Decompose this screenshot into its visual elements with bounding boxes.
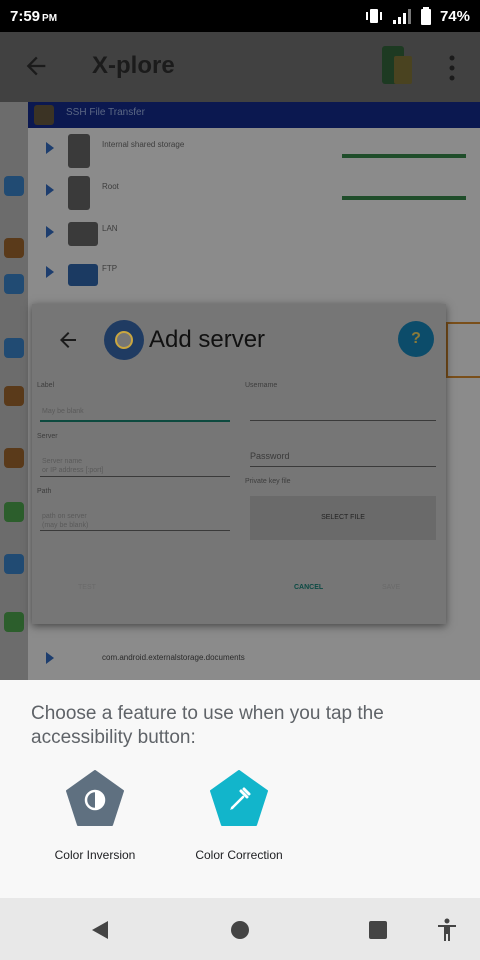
server-field-label: Server <box>37 433 58 440</box>
list-item-label: com.android.externalstorage.documents <box>102 653 245 662</box>
private-key-label: Private key file <box>245 478 291 485</box>
ssh-header-label: SSH File Transfer <box>66 107 145 118</box>
folder-icon[interactable] <box>4 448 24 468</box>
storage-bar <box>342 196 466 200</box>
back-arrow-icon[interactable] <box>56 328 80 352</box>
label-field-label: Label <box>37 382 55 389</box>
path-field-underline <box>40 530 230 531</box>
color-correction-option[interactable]: Color Correction <box>184 770 294 870</box>
status-time: 7:59 PM <box>10 8 57 25</box>
expand-icon[interactable] <box>46 266 54 278</box>
phone-icon <box>68 176 90 210</box>
tool-icon[interactable] <box>4 238 24 258</box>
list-item[interactable]: Internal shared storage <box>28 130 480 172</box>
server-field-underline <box>40 476 230 477</box>
cancel-button[interactable]: CANCEL <box>294 584 323 591</box>
password-field[interactable]: Password <box>250 452 290 461</box>
navigation-bar <box>0 898 480 960</box>
server-field[interactable]: Server name or IP address [:port] <box>42 457 103 475</box>
ftp-icon <box>68 264 98 286</box>
path-field-label: Path <box>37 488 52 495</box>
color-correction-label: Color Correction <box>195 848 283 862</box>
leaf-icon[interactable] <box>4 612 24 632</box>
home-icon[interactable] <box>230 920 250 940</box>
battery-icon <box>420 7 431 25</box>
ssh-header[interactable]: SSH File Transfer <box>28 102 480 128</box>
label-field-underline <box>40 420 230 422</box>
recents-icon[interactable] <box>368 920 388 940</box>
label-field[interactable]: May be blank <box>42 407 84 416</box>
gear-icon <box>104 320 144 360</box>
list-item-label: Root <box>102 182 119 191</box>
list-item-label: FTP <box>102 264 118 273</box>
accessibility-icon[interactable] <box>436 918 458 942</box>
back-icon[interactable] <box>90 920 110 940</box>
app-title: X-plore <box>92 52 175 79</box>
username-field-label: Username <box>245 382 278 389</box>
expand-icon[interactable] <box>46 142 54 154</box>
storage-bar <box>342 154 466 158</box>
time-ampm: PM <box>42 12 58 24</box>
signal-icon <box>392 9 411 24</box>
battery-percent: 74% <box>439 7 470 25</box>
refresh-icon[interactable] <box>4 502 24 522</box>
status-bar: 7:59 PM 74% <box>0 0 480 32</box>
left-toolbar <box>0 102 28 680</box>
expand-icon[interactable] <box>46 184 54 196</box>
info-icon[interactable] <box>4 274 24 294</box>
add-server-dialog: Add server ? Label May be blank Server S… <box>32 304 446 624</box>
status-right: 74% <box>364 0 470 32</box>
list-item[interactable]: Root <box>28 172 480 214</box>
lan-icon <box>68 222 98 246</box>
path-field[interactable]: path on server (may be blank) <box>42 512 88 530</box>
save-button[interactable]: SAVE <box>382 584 400 591</box>
select-file-button[interactable]: SELECT FILE <box>250 496 436 540</box>
list-item[interactable]: com.android.externalstorage.documents <box>28 642 480 672</box>
color-correction-icon[interactable] <box>210 770 268 828</box>
settings-icon[interactable] <box>4 338 24 358</box>
list-item[interactable]: FTP <box>28 254 480 296</box>
vibrate-icon <box>365 9 382 23</box>
phone-icon <box>68 134 90 168</box>
color-inversion-label: Color Inversion <box>54 848 136 862</box>
time-text: 7:59 <box>10 7 41 25</box>
overflow-menu-icon[interactable] <box>444 54 460 82</box>
color-inversion-icon[interactable] <box>66 770 124 828</box>
test-button[interactable]: TEST <box>78 584 96 591</box>
color-inversion-option[interactable]: Color Inversion <box>40 770 150 870</box>
list-item-label: LAN <box>102 224 118 233</box>
list-item[interactable]: LAN <box>28 214 480 256</box>
arrow-left-icon[interactable] <box>4 176 24 196</box>
help-icon[interactable]: ? <box>398 321 434 357</box>
device-icon[interactable] <box>380 46 414 86</box>
sheet-prompt: Choose a feature to use when you tap the… <box>31 703 384 748</box>
dialog-title: Add server <box>149 326 266 353</box>
device-icon-small[interactable] <box>4 554 24 574</box>
app-toolbar: X-plore <box>0 32 480 102</box>
lock-icon <box>34 105 54 125</box>
selection-highlight <box>446 322 480 378</box>
username-field[interactable] <box>250 420 436 421</box>
home-icon[interactable] <box>4 386 24 406</box>
list-item-label: Internal shared storage <box>102 140 185 149</box>
expand-icon[interactable] <box>46 226 54 238</box>
back-arrow-icon[interactable] <box>22 52 50 80</box>
expand-icon[interactable] <box>46 652 54 664</box>
password-field-underline <box>250 466 436 467</box>
accessibility-sheet: Choose a feature to use when you tap the… <box>0 680 480 898</box>
